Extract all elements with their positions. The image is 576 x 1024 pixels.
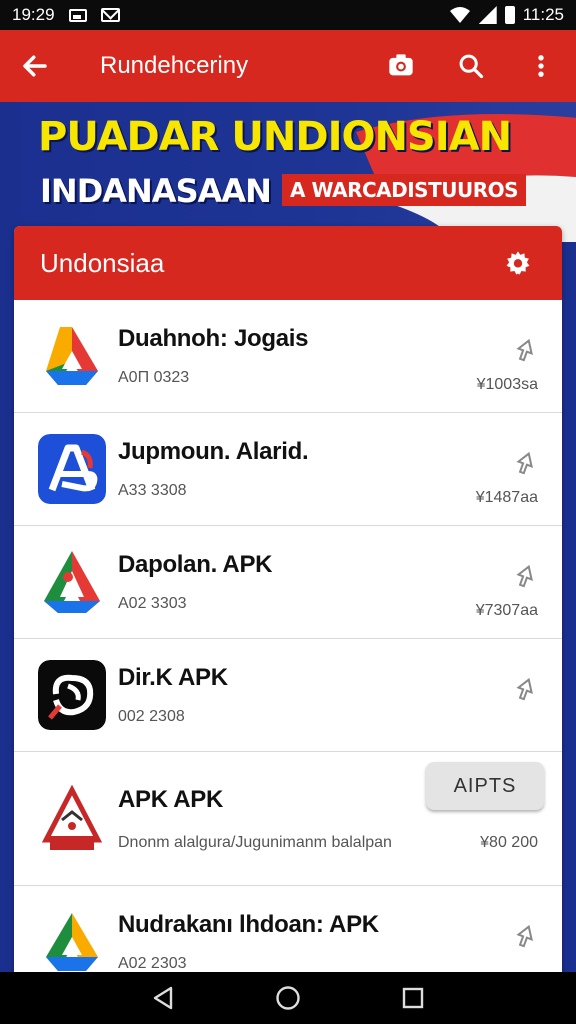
app-list-item[interactable]: Jupmoun. Alarid. A33 3308 ¥1487aa <box>14 413 562 526</box>
pin-button[interactable] <box>510 336 540 366</box>
app-code: A02 2303 <box>118 955 187 972</box>
camera-button[interactable] <box>366 30 436 102</box>
wifi-icon <box>449 7 470 23</box>
app-size: ¥7307aa <box>475 602 538 619</box>
app-list-item[interactable]: Dapolan. APK A02 3303 ¥7307aa <box>14 526 562 639</box>
app-list-item[interactable]: APK APK Dnonm alalgura/Jugunimanm balalp… <box>14 752 562 886</box>
google-drive-icon <box>38 321 106 391</box>
drive-variant-icon <box>38 547 106 617</box>
blue-a-app-icon <box>38 434 106 504</box>
pin-icon <box>516 677 533 701</box>
search-button[interactable] <box>436 30 506 102</box>
pin-button[interactable] <box>510 675 540 705</box>
camera-icon <box>389 54 413 76</box>
settings-button[interactable] <box>498 243 538 283</box>
square-recents-icon <box>403 987 424 1009</box>
banner-tag: A WARCADISTUUROS <box>282 174 527 206</box>
system-nav-bar <box>0 972 576 1024</box>
status-time-left: 19:29 <box>12 5 55 24</box>
card-title: Undonsiaa <box>40 247 165 278</box>
triangle-back-icon <box>153 986 172 1010</box>
app-list-item[interactable]: Dir.K APK 002 2308 <box>14 639 562 752</box>
search-icon <box>459 54 484 79</box>
apts-button[interactable]: AIPTS <box>426 762 544 810</box>
app-name: Dir.K APK <box>118 664 228 691</box>
app-size: ¥1003sa <box>476 376 538 393</box>
google-drive-icon <box>38 907 106 977</box>
app-size: ¥80 200 <box>480 834 538 851</box>
app-name: Nudrakanı lhdoan: APK <box>118 911 379 938</box>
signal-icon <box>478 6 497 24</box>
black-app-icon <box>38 660 106 730</box>
pin-icon <box>516 564 533 588</box>
app-bar-title: Rundehceriny <box>100 52 249 79</box>
pin-button[interactable] <box>510 562 540 592</box>
banner-subtitle: INDANASAAN <box>40 172 272 210</box>
battery-icon <box>504 6 515 24</box>
pin-button[interactable] <box>510 449 540 479</box>
arrow-left-icon <box>23 55 47 77</box>
pin-icon <box>516 924 533 948</box>
nav-home-button[interactable] <box>268 978 308 1018</box>
nav-back-button[interactable] <box>143 978 183 1018</box>
nav-recents-button[interactable] <box>393 978 433 1018</box>
pin-icon <box>516 451 533 475</box>
card-header: Undonsiaa <box>14 226 562 300</box>
app-code: 002 2308 <box>118 708 185 725</box>
status-time-right: 11:25 <box>522 5 564 24</box>
banner-title: PUADAR UNDIONSIAN <box>38 114 512 160</box>
app-list-item[interactable]: Duahnoh: Jogais A0Π 0323 ¥1003sa <box>14 300 562 413</box>
status-bar: 19:29 11:25 <box>0 0 576 30</box>
image-notification-icon <box>68 8 87 22</box>
app-list: Duahnoh: Jogais A0Π 0323 ¥1003sa Jupmoun… <box>14 300 562 986</box>
app-name: Dapolan. APK <box>118 551 273 578</box>
screen: 19:29 11:25 Rundehceriny PUADAR UNDIONSI… <box>0 0 576 1024</box>
back-button[interactable] <box>0 30 70 102</box>
pin-icon <box>516 338 533 362</box>
app-list-item[interactable]: Nudrakanı lhdoan: APK A02 2303 <box>14 886 562 986</box>
pin-button[interactable] <box>510 922 540 952</box>
circle-home-icon <box>276 986 300 1010</box>
mail-notification-icon <box>100 8 120 22</box>
emblem-icon <box>38 783 106 854</box>
app-name: Duahnoh: Jogais <box>118 325 309 352</box>
more-vert-icon <box>538 55 544 77</box>
app-bar: Rundehceriny <box>0 30 576 102</box>
app-size: ¥1487aa <box>475 489 538 506</box>
gear-icon <box>506 251 530 275</box>
app-name: Jupmoun. Alarid. <box>118 438 309 465</box>
overflow-menu-button[interactable] <box>506 30 576 102</box>
promo-banner[interactable]: PUADAR UNDIONSIAN INDANASAAN A WARCADIST… <box>0 102 576 242</box>
app-list-card: Undonsiaa Duahnoh: Jogais A0Π 0323 ¥1003… <box>14 226 562 986</box>
